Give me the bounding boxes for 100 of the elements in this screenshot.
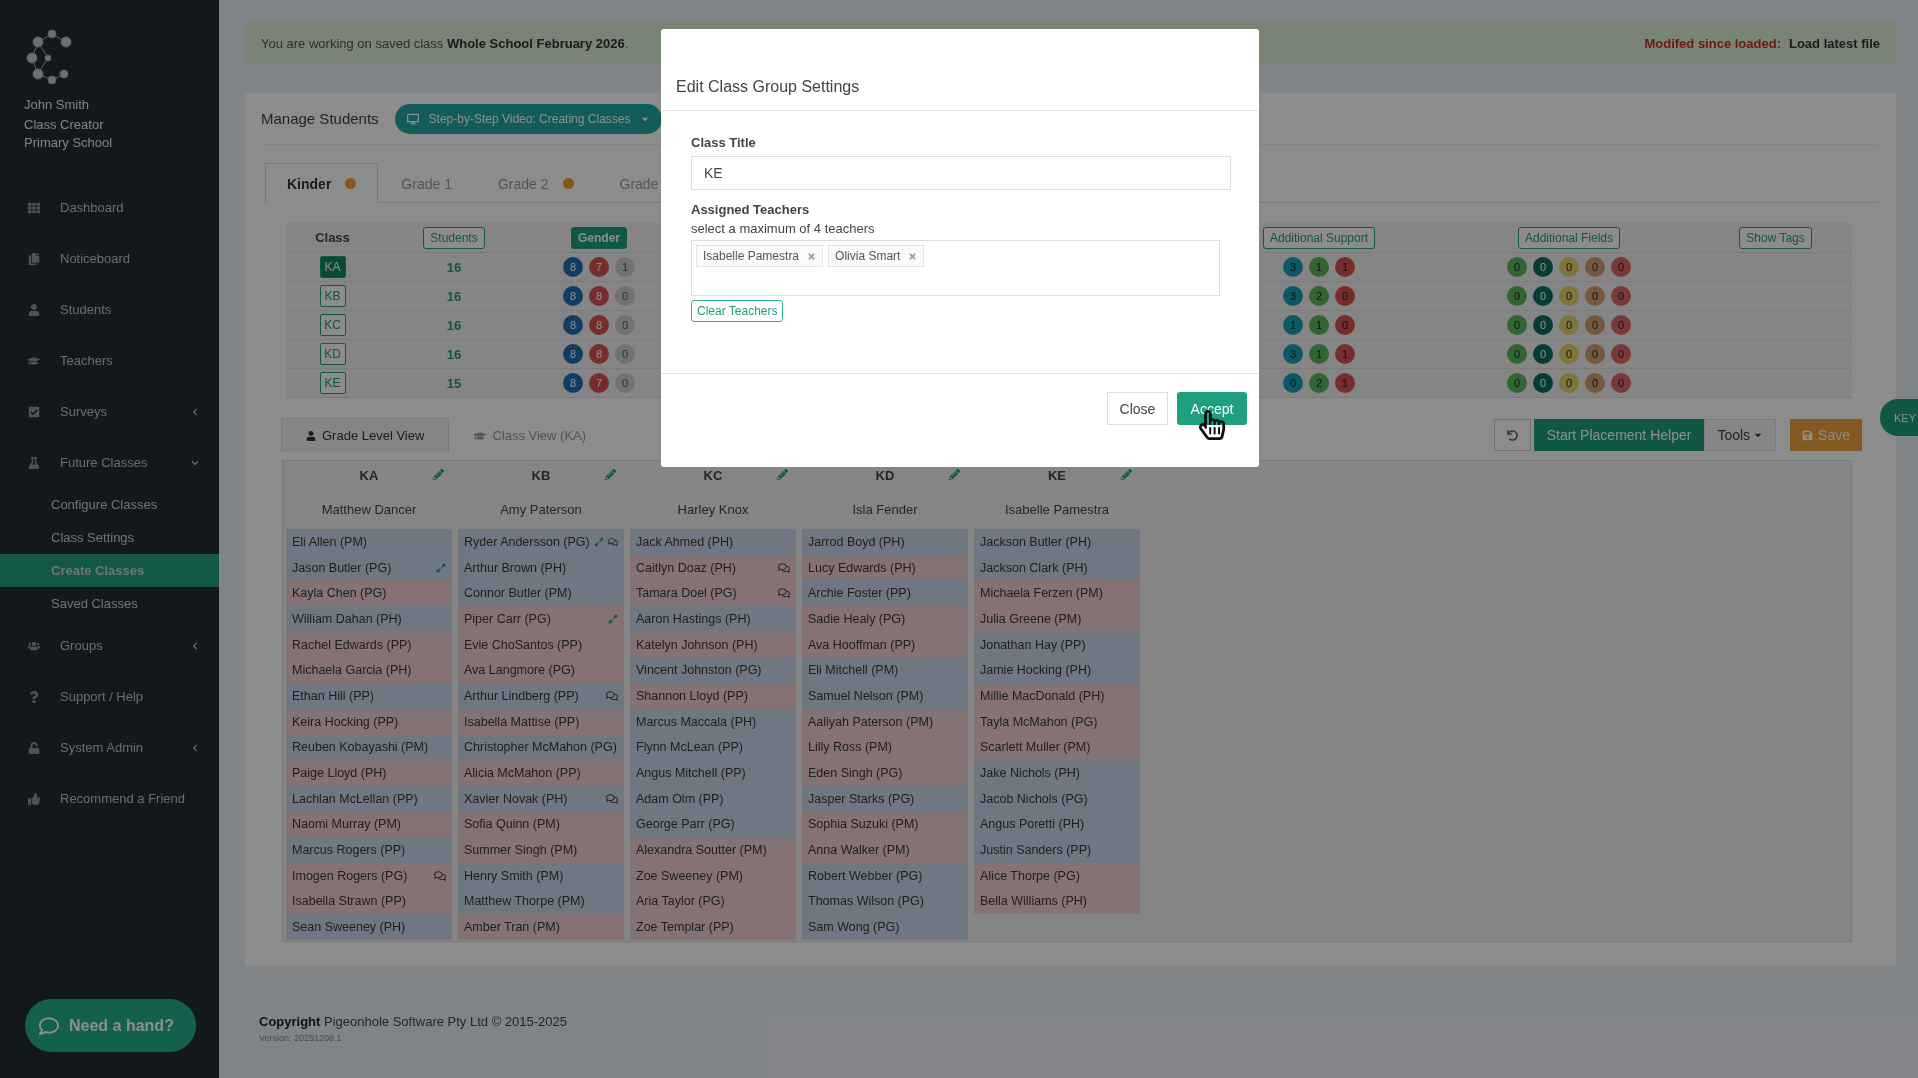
student-row[interactable]: Ava Hooffman (PP) — [802, 631, 968, 658]
resize-arrow-icon[interactable] — [436, 562, 446, 573]
student-row[interactable]: Isabella Strawn (PP) — [286, 888, 452, 915]
nav-item[interactable]: System Admin — [0, 722, 219, 773]
pencil-icon[interactable] — [433, 469, 444, 480]
student-row[interactable]: Samuel Nelson (PM) — [802, 683, 968, 709]
view-tab[interactable]: Class View (KA) — [449, 418, 612, 452]
student-row[interactable]: Ethan Hill (PP) — [286, 683, 452, 709]
student-row[interactable]: Christopher McMahon (PG) — [458, 734, 624, 761]
undo-button[interactable] — [1493, 419, 1531, 451]
nav-item[interactable]: Students — [0, 284, 219, 335]
student-row[interactable]: Scarlett Muller (PM) — [974, 734, 1140, 761]
student-row[interactable]: Kayla Chen (PG) — [286, 580, 452, 607]
column-toggle-button[interactable]: Show Tags — [1739, 226, 1812, 249]
grade-tab[interactable]: Grade 1 — [378, 163, 475, 203]
student-row[interactable]: Sophia Suzuki (PM) — [802, 811, 968, 838]
placement-helper-button[interactable]: Start Placement Helper — [1533, 419, 1705, 451]
student-row[interactable]: Bella Williams (PH) — [974, 888, 1140, 915]
view-tab[interactable]: Grade Level View — [281, 418, 450, 452]
comments-icon[interactable] — [608, 535, 618, 548]
student-row[interactable]: Aaliyah Paterson (PM) — [802, 708, 968, 735]
close-button[interactable]: Close — [1107, 392, 1168, 425]
student-row[interactable]: Jacob Nichols (PG) — [974, 785, 1140, 812]
student-row[interactable]: Evie ChoSantos (PP) — [458, 631, 624, 658]
nav-item[interactable]: Groups — [0, 620, 219, 671]
resize-arrow-icon[interactable] — [608, 613, 618, 624]
student-row[interactable]: Isabella Mattise (PP) — [458, 708, 624, 735]
class-code-button[interactable]: KA — [319, 256, 346, 278]
pencil-icon[interactable] — [1121, 469, 1132, 480]
comments-icon[interactable] — [778, 587, 790, 600]
nav-subitem[interactable]: Saved Classes — [0, 587, 219, 620]
student-row[interactable]: Marcus Rogers (PP) — [286, 837, 452, 863]
student-row[interactable]: Marcus Maccala (PH) — [630, 708, 796, 735]
student-row[interactable]: Matthew Thorpe (PM) — [458, 888, 624, 915]
student-row[interactable]: Xavier Novak (PH) — [458, 785, 624, 812]
student-row[interactable]: Connor Butler (PM) — [458, 580, 624, 607]
student-row[interactable]: Eli Allen (PM) — [286, 529, 452, 555]
student-row[interactable]: Piper Carr (PG) — [458, 606, 624, 632]
student-row[interactable]: Paige Lloyd (PH) — [286, 760, 452, 786]
student-row[interactable]: Jackson Clark (PH) — [974, 554, 1140, 581]
student-row[interactable]: Adam Olm (PP) — [630, 785, 796, 812]
grade-tab[interactable]: Grade 2 — [474, 163, 597, 203]
video-dropdown-button[interactable]: Step-by-Step Video: Creating Classes — [394, 103, 663, 134]
student-row[interactable]: Aria Taylor (PG) — [630, 888, 796, 915]
student-row[interactable]: Robert Webber (PG) — [802, 862, 968, 889]
student-row[interactable]: Eden Singh (PG) — [802, 760, 968, 786]
student-row[interactable]: Michaela Garcia (PH) — [286, 657, 452, 684]
student-row[interactable]: Archie Foster (PP) — [802, 580, 968, 607]
pencil-icon[interactable] — [605, 469, 616, 480]
student-row[interactable]: Reuben Kobayashi (PM) — [286, 734, 452, 761]
nav-item[interactable]: Teachers — [0, 335, 219, 386]
student-row[interactable]: Imogen Rogers (PG) — [286, 862, 452, 889]
comments-icon[interactable] — [778, 561, 790, 574]
student-row[interactable]: Michaela Ferzen (PM) — [974, 580, 1140, 607]
teacher-chip[interactable]: Isabelle Pamestra — [696, 245, 824, 267]
help-chat-button[interactable]: Need a hand? — [25, 999, 196, 1052]
remove-icon[interactable] — [908, 251, 918, 261]
student-row[interactable]: Ava Langmore (PG) — [458, 657, 624, 684]
nav-item[interactable]: Dashboard — [0, 182, 219, 233]
student-row[interactable]: Amber Tran (PM) — [458, 914, 624, 940]
student-row[interactable]: Alice Thorpe (PG) — [974, 862, 1140, 889]
student-row[interactable]: Sofia Quinn (PM) — [458, 811, 624, 838]
student-row[interactable]: Anna Walker (PM) — [802, 837, 968, 863]
column-toggle-button[interactable]: Additional Support — [1262, 226, 1376, 249]
teacher-select-field[interactable]: Isabelle Pamestra Olivia Smart — [691, 240, 1220, 296]
key-tab[interactable]: KEY — [1880, 399, 1918, 436]
student-row[interactable]: Rachel Edwards (PP) — [286, 631, 452, 658]
student-row[interactable]: Jasper Starks (PG) — [802, 785, 968, 812]
student-row[interactable]: Arthur Lindberg (PP) — [458, 683, 624, 709]
load-latest-link[interactable]: Load latest file — [1788, 35, 1880, 51]
student-row[interactable]: Millie MacDonald (PH) — [974, 683, 1140, 709]
student-row[interactable]: Zoe Sweeney (PM) — [630, 862, 796, 889]
student-row[interactable]: Flynn McLean (PP) — [630, 734, 796, 761]
nav-item[interactable]: Support / Help — [0, 671, 219, 722]
clear-teachers-button[interactable]: Clear Teachers — [691, 300, 784, 322]
student-row[interactable]: Caitlyn Doaz (PH) — [630, 554, 796, 581]
column-toggle-button[interactable]: Students — [423, 226, 485, 249]
student-row[interactable]: Angus Poretti (PH) — [974, 811, 1140, 838]
class-code-button[interactable]: KD — [319, 343, 346, 365]
student-row[interactable]: Alicia McMahon (PP) — [458, 760, 624, 786]
class-code-button[interactable]: KB — [319, 285, 346, 307]
student-row[interactable]: Jonathan Hay (PP) — [974, 631, 1140, 658]
student-row[interactable]: Sam Wong (PG) — [802, 914, 968, 940]
student-row[interactable]: Arthur Brown (PH) — [458, 554, 624, 581]
student-row[interactable]: Aaron Hastings (PH) — [630, 606, 796, 632]
student-row[interactable]: Sadie Healy (PG) — [802, 606, 968, 632]
student-row[interactable]: Vincent Johnston (PG) — [630, 657, 796, 684]
nav-item[interactable]: Surveys — [0, 386, 219, 437]
student-row[interactable]: Justin Sanders (PP) — [974, 837, 1140, 863]
class-code-button[interactable]: KE — [319, 372, 346, 394]
class-title-field[interactable]: KE — [691, 156, 1231, 190]
student-row[interactable]: Katelyn Johnson (PH) — [630, 631, 796, 658]
student-row[interactable]: Lucy Edwards (PH) — [802, 554, 968, 581]
student-row[interactable]: Tayla McMahon (PG) — [974, 708, 1140, 735]
student-row[interactable]: Zoe Templar (PP) — [630, 914, 796, 940]
student-row[interactable]: Summer Singh (PM) — [458, 837, 624, 863]
comments-icon[interactable] — [606, 689, 618, 702]
student-row[interactable]: Lilly Ross (PM) — [802, 734, 968, 761]
grade-tab[interactable]: Kinder — [265, 163, 379, 203]
nav-subitem[interactable]: Configure Classes — [0, 488, 219, 521]
